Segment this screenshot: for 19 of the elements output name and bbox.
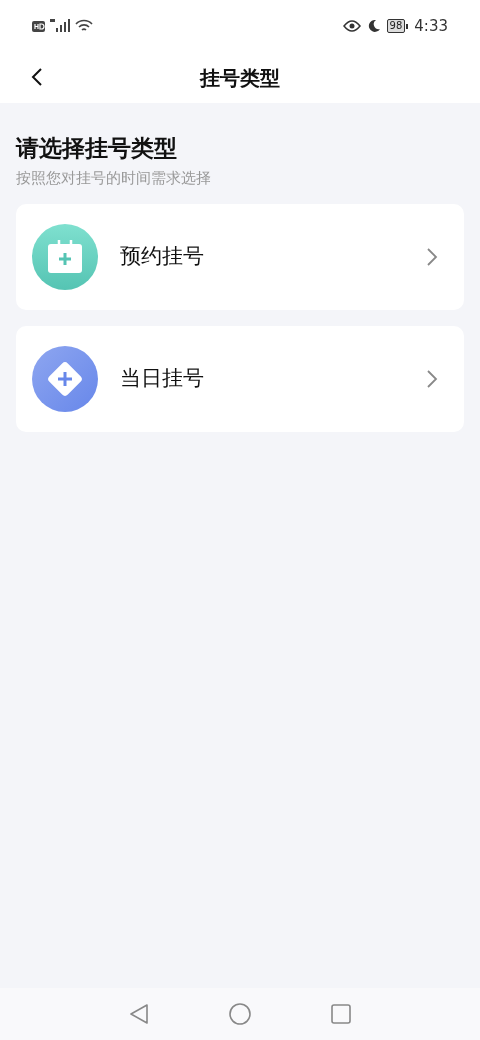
- hd-icon: [32, 20, 45, 32]
- moon-icon: [366, 19, 381, 33]
- signal-icon: [50, 19, 70, 33]
- diamond-plus-icon: [32, 346, 98, 412]
- page-title: 挂号类型: [200, 64, 280, 92]
- clock-time: 4:33: [414, 15, 448, 37]
- home-nav-button[interactable]: [229, 1003, 251, 1025]
- section-heading: 请选择挂号类型: [16, 134, 178, 163]
- back-nav-button[interactable]: [129, 1003, 149, 1025]
- section-subtitle: 按照您对挂号的时间需求选择: [16, 168, 212, 189]
- calendar-plus-icon: [32, 224, 98, 290]
- chevron-right-icon: [426, 369, 438, 389]
- option-card[interactable]: 预约挂号: [16, 204, 464, 310]
- chevron-right-icon: [426, 247, 438, 267]
- battery-indicator: 98: [386, 19, 409, 33]
- eye-icon: [342, 20, 361, 32]
- recents-nav-button[interactable]: [331, 1004, 351, 1024]
- wifi-icon: [75, 19, 93, 33]
- option-card[interactable]: 当日挂号: [16, 326, 464, 432]
